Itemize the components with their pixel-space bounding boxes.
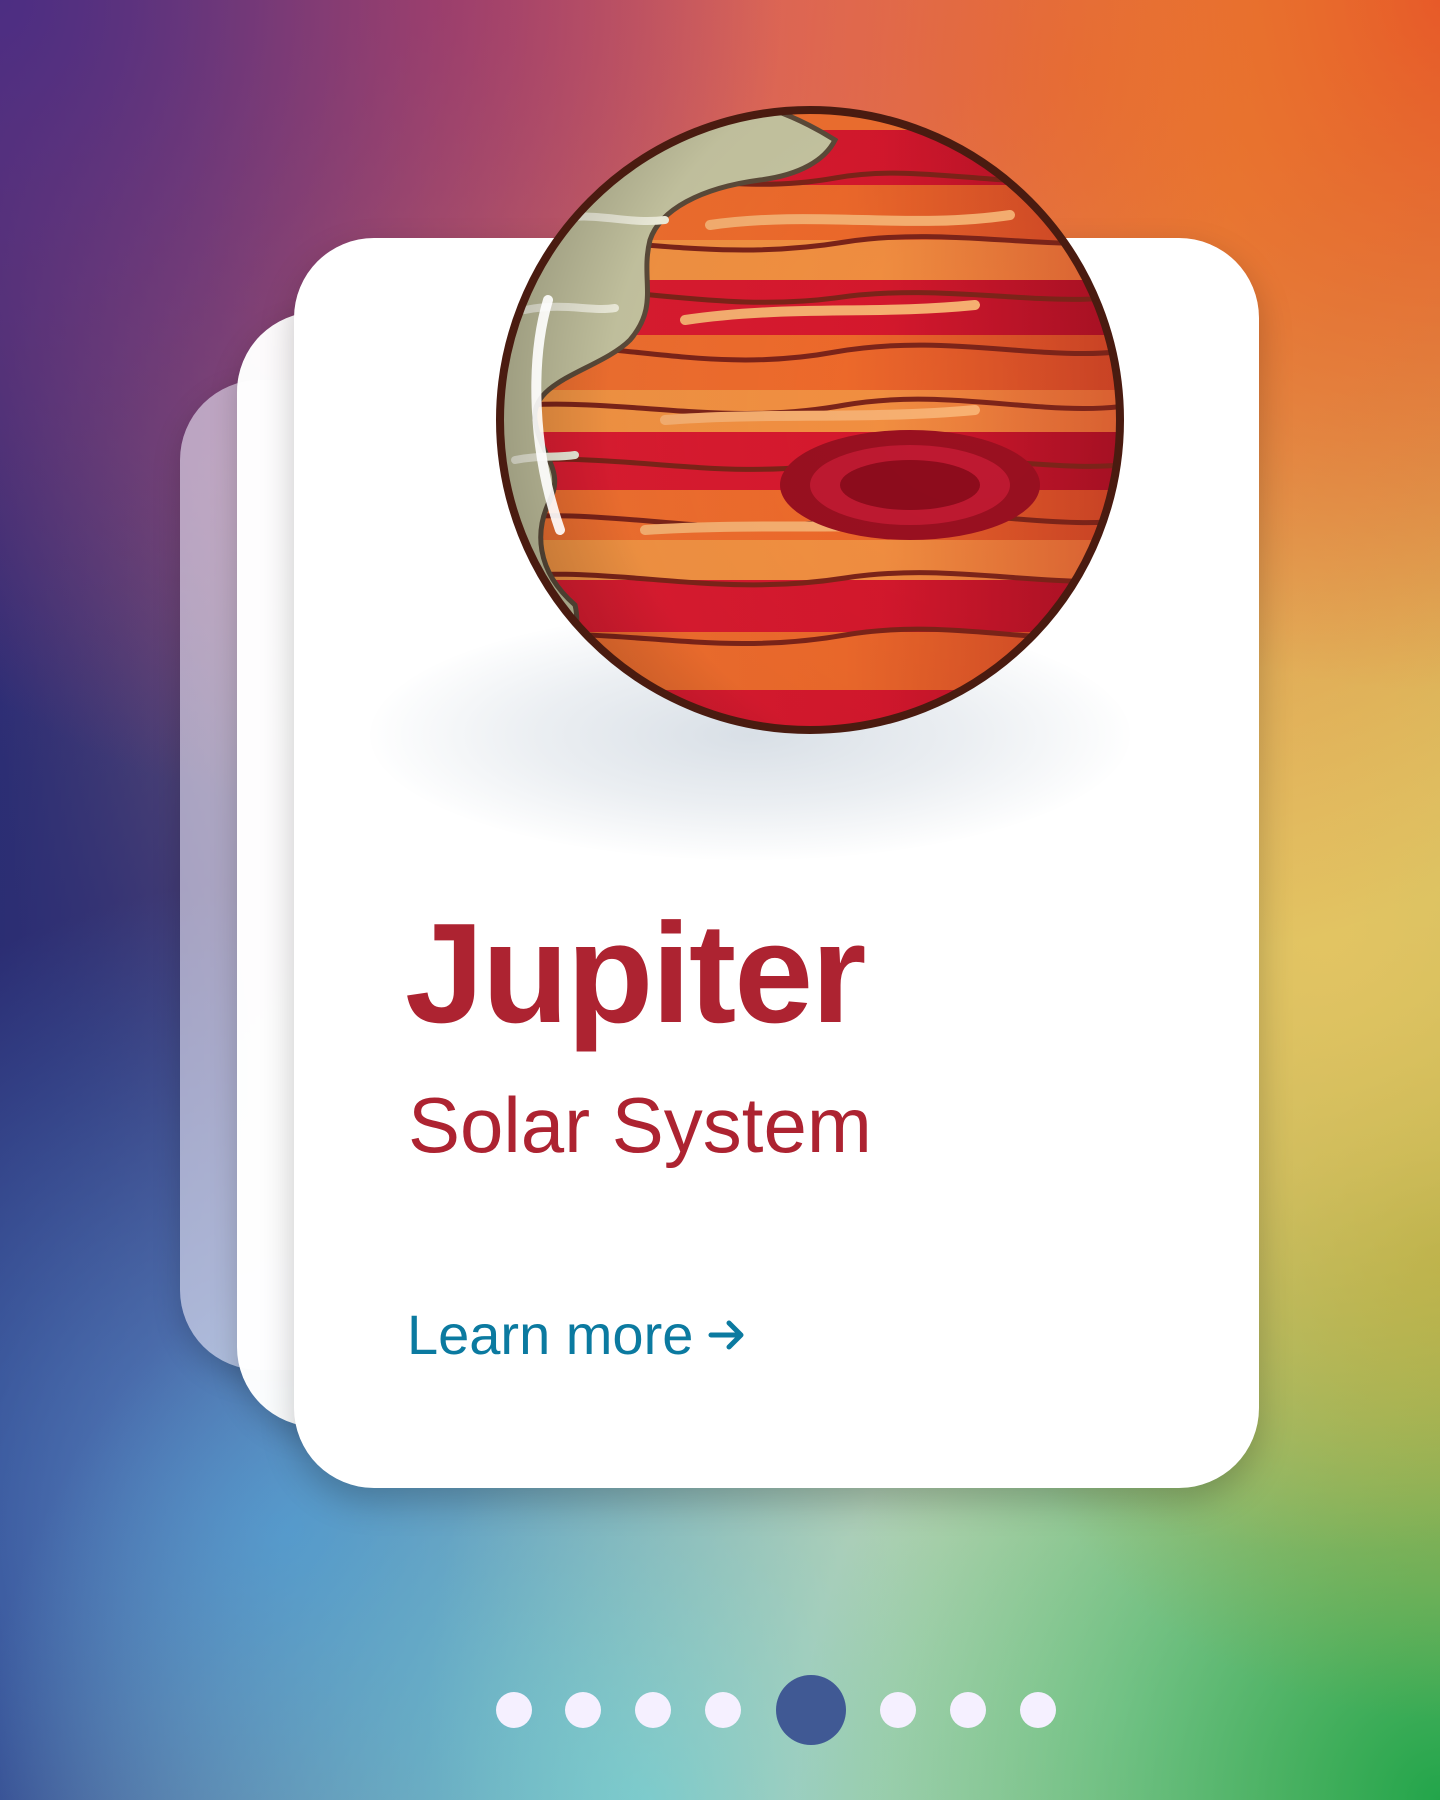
pagination-dot[interactable] [565,1692,601,1728]
planet-title: Jupiter [405,894,866,1053]
jupiter-planet-icon [455,60,1165,780]
pagination-dot[interactable] [635,1692,671,1728]
pagination-dot[interactable] [880,1692,916,1728]
pagination-dot[interactable] [950,1692,986,1728]
pagination-dot[interactable] [705,1692,741,1728]
pagination-dots [0,1675,1440,1746]
learn-more-link[interactable]: Learn more [407,1307,751,1363]
pagination-dot[interactable] [496,1692,532,1728]
pagination-dot-active[interactable] [776,1675,846,1745]
pagination-dot[interactable] [1020,1692,1056,1728]
planet-subtitle: Solar System [408,1081,872,1169]
learn-more-label: Learn more [407,1303,694,1366]
arrow-right-icon [703,1311,751,1359]
